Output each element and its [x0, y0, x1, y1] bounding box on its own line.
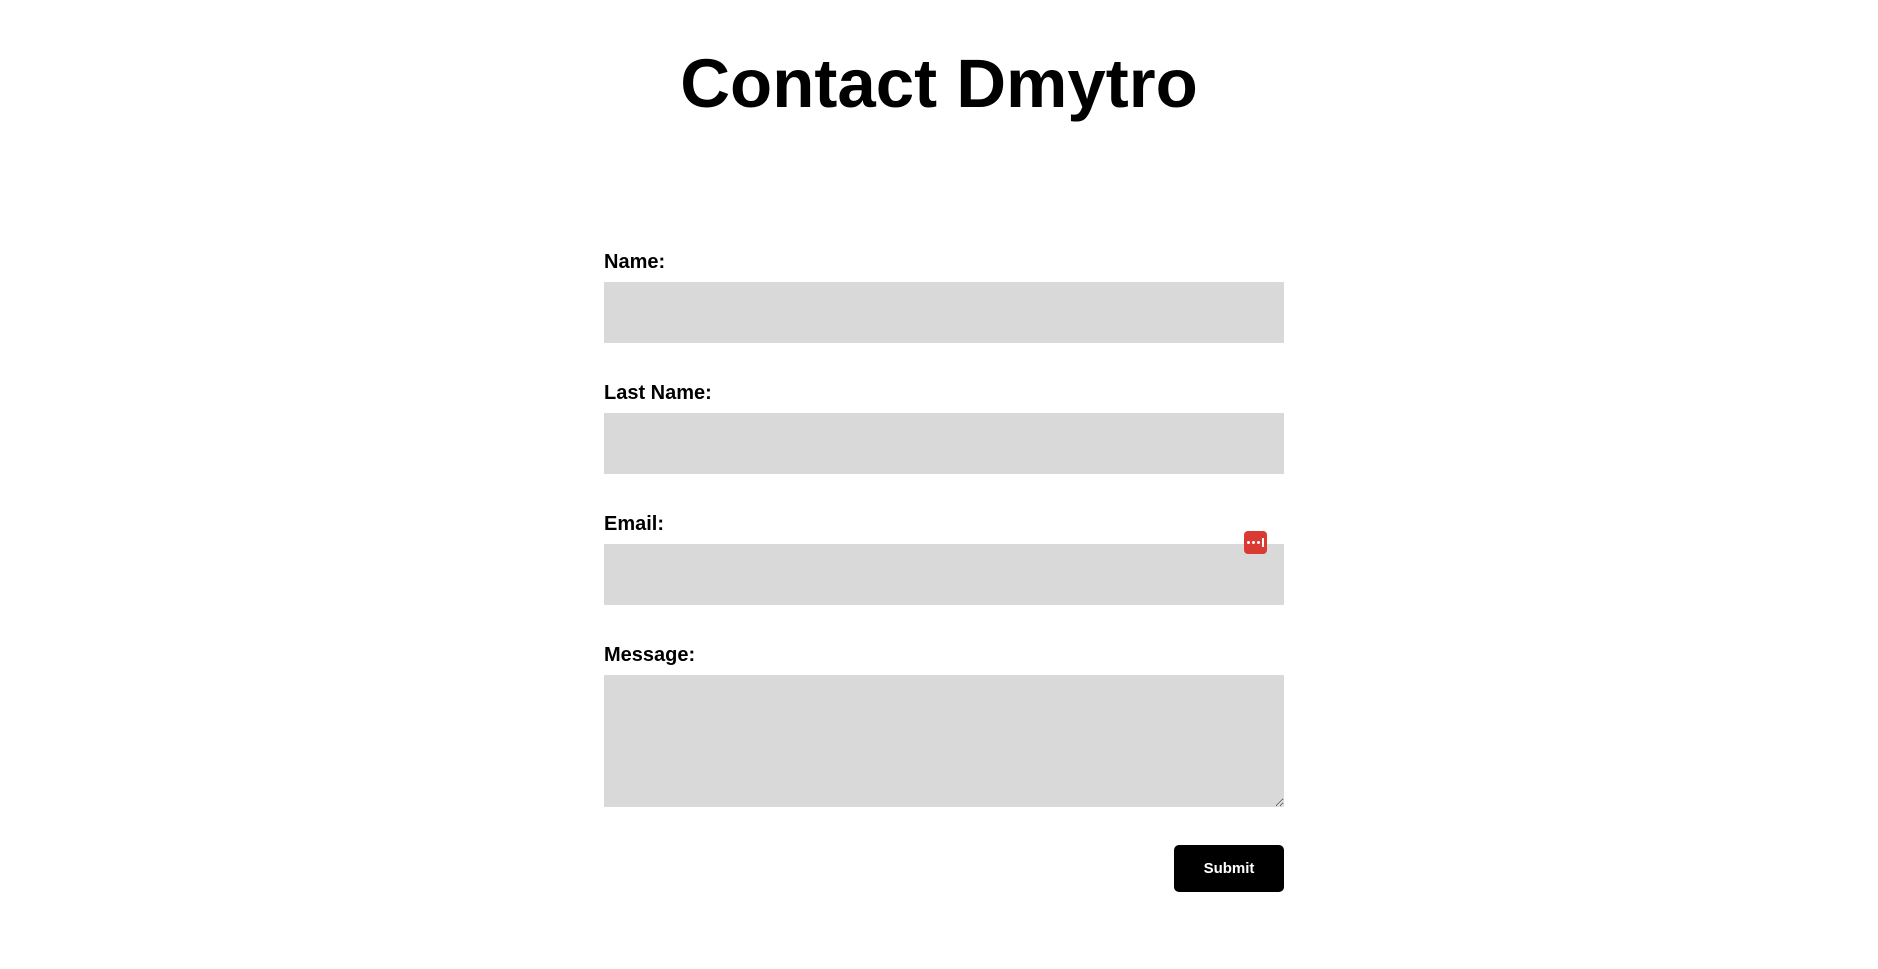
contact-form: Name: Last Name: Email: Message: Submit [604, 250, 1284, 893]
email-field-group: Email: [604, 512, 1284, 605]
last-name-label: Last Name: [604, 382, 712, 404]
name-label: Name: [604, 251, 666, 273]
name-field-group: Name: [604, 250, 1284, 343]
password-dot-icon [1247, 541, 1250, 544]
password-manager-icon[interactable] [1244, 531, 1267, 554]
name-input[interactable] [604, 282, 1284, 343]
email-label: Email: [604, 513, 665, 535]
password-dot-icon [1252, 541, 1255, 544]
last-name-field-group: Last Name: [604, 381, 1284, 474]
page-title: Contact Dmytro [680, 45, 1198, 122]
message-field-group: Message: [604, 643, 1284, 807]
form-actions: Submit [604, 845, 1284, 893]
email-input[interactable] [604, 544, 1284, 605]
last-name-input[interactable] [604, 413, 1284, 474]
message-label: Message: [604, 644, 696, 666]
cursor-bar-icon [1262, 538, 1264, 547]
message-textarea[interactable] [604, 675, 1284, 807]
password-dot-icon [1257, 541, 1260, 544]
submit-button[interactable]: Submit [1174, 845, 1284, 892]
